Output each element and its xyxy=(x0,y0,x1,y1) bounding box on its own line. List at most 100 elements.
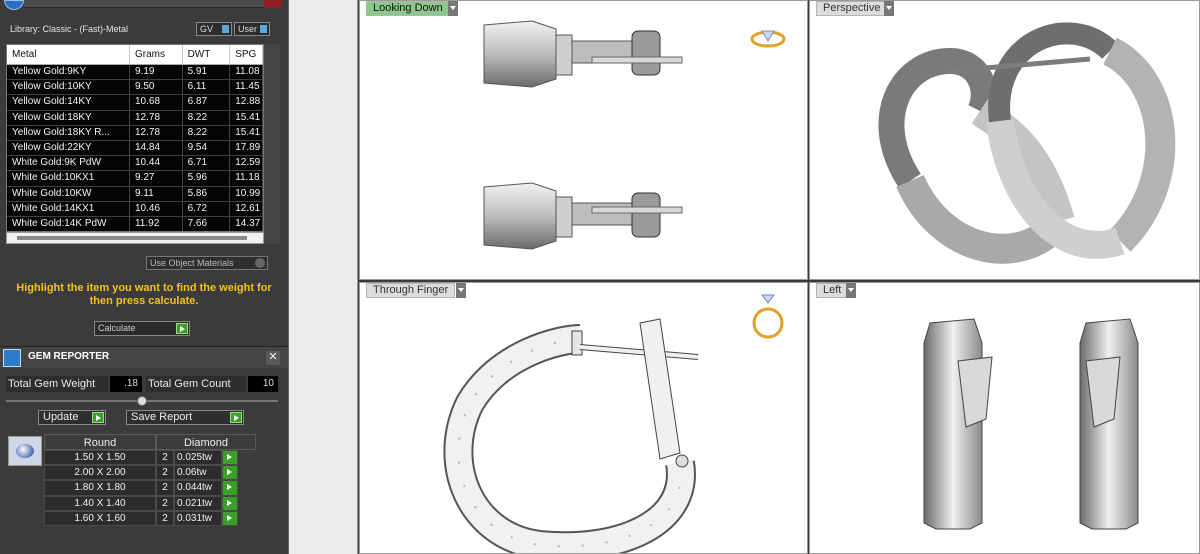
table-row[interactable]: Yellow Gold:10KY 9.50 6.11 11.45 xyxy=(7,80,263,96)
viewport-perspective[interactable]: Perspective xyxy=(809,0,1200,280)
row-go-icon[interactable] xyxy=(222,465,238,481)
use-object-materials-checkbox[interactable]: Use Object Materials xyxy=(146,256,268,270)
dwt-value: 7.66 xyxy=(183,216,231,231)
viewport-tab-looking-down[interactable]: Looking Down xyxy=(366,1,450,16)
row-go-icon[interactable] xyxy=(222,510,238,526)
table-row[interactable]: White Gold:10KX1 9.27 5.96 11.18 xyxy=(7,171,263,187)
col-spg[interactable]: SPG xyxy=(230,45,263,64)
metal-name: White Gold:14K PdW xyxy=(7,216,130,231)
dwt-value: 5.86 xyxy=(183,186,231,201)
play-arrow-icon xyxy=(230,412,242,423)
gem-count: 2 xyxy=(156,465,174,481)
viewport-tab-through-finger[interactable]: Through Finger xyxy=(366,283,456,298)
gem-reporter-header: GEM REPORTER ✕ xyxy=(0,346,288,368)
viewport-tab-left[interactable]: Left xyxy=(816,283,849,298)
table-row[interactable]: Yellow Gold:18KY 12.78 8.22 15.41 xyxy=(7,110,263,126)
hint-text: Highlight the item you want to find the … xyxy=(16,282,272,307)
splitter-knob[interactable] xyxy=(137,396,147,406)
grams-value: 12.78 xyxy=(130,125,183,140)
col-dwt[interactable]: DWT xyxy=(183,45,231,64)
chevron-down-icon[interactable] xyxy=(846,283,856,298)
gem-weight: 0.044tw xyxy=(174,480,222,496)
dwt-value: 6.11 xyxy=(183,80,231,95)
tool-icons xyxy=(586,0,634,485)
user-toggle[interactable]: User xyxy=(234,22,270,36)
dwt-value: 5.96 xyxy=(183,171,231,186)
table-row[interactable]: Yellow Gold:14KY 10.68 6.87 12.88 xyxy=(7,95,263,111)
metal-panel-header: Library: Classic - (Fast)-Metal GV User xyxy=(0,0,288,42)
viewport-tab-perspective[interactable]: Perspective xyxy=(816,1,888,16)
dwt-value: 8.22 xyxy=(183,125,231,140)
app-window: Library: Classic - (Fast)-Metal GV User … xyxy=(0,0,1200,554)
scrollbar-thumb[interactable] xyxy=(17,236,247,240)
spg-value: 12.61 xyxy=(230,201,263,216)
grams-value: 14.84 xyxy=(130,140,183,156)
table-row[interactable]: White Gold:14K PdW 11.92 7.66 14.37 xyxy=(7,216,263,231)
metal-name: Yellow Gold:18KY R... xyxy=(7,125,130,140)
calculate-label: Calculate xyxy=(98,323,136,333)
spg-value: 12.59 xyxy=(230,156,263,171)
spg-value: 11.45 xyxy=(230,80,263,95)
metal-name: White Gold:9K PdW xyxy=(7,156,130,171)
earring-side-view xyxy=(443,294,784,553)
close-icon[interactable] xyxy=(264,0,282,8)
gem-weight: 0.021tw xyxy=(174,495,222,511)
metal-name: Yellow Gold:18KY xyxy=(7,110,130,125)
metal-table-header: Metal Grams DWT SPG xyxy=(7,45,263,65)
toggle-indicator-icon xyxy=(260,25,267,33)
row-go-icon[interactable] xyxy=(222,480,238,496)
close-icon[interactable]: ✕ xyxy=(266,351,280,365)
grams-value: 9.19 xyxy=(130,65,183,80)
grams-value: 10.68 xyxy=(130,95,183,110)
update-button[interactable]: Update xyxy=(38,410,106,425)
hinge-post xyxy=(571,318,699,468)
metal-name: White Gold:14KX1 xyxy=(7,201,130,216)
gem-weight: 0.025tw xyxy=(174,450,222,466)
gem-count: 2 xyxy=(156,510,174,526)
viewport-through-finger[interactable]: Through Finger xyxy=(359,282,808,554)
col-grams[interactable]: Grams xyxy=(130,45,183,64)
total-gem-weight-label: Total Gem Weight xyxy=(6,376,108,392)
chevron-down-icon[interactable] xyxy=(448,1,458,16)
dwt-value: 5.91 xyxy=(183,65,231,80)
earring-top-view xyxy=(483,20,786,250)
grams-value: 9.27 xyxy=(130,171,183,186)
save-report-button[interactable]: Save Report xyxy=(126,410,244,425)
metal-name: Yellow Gold:9KY xyxy=(7,65,130,80)
viewport-left[interactable]: Left xyxy=(809,282,1200,554)
horizontal-scrollbar[interactable] xyxy=(6,232,264,244)
table-row[interactable]: 2.00 X 2.00 2 0.06tw xyxy=(44,465,256,481)
gem-table-header: Round Diamond xyxy=(44,434,256,450)
gem-size: 1.40 X 1.40 xyxy=(44,495,156,511)
calculate-button[interactable]: Calculate xyxy=(94,321,190,336)
row-go-icon[interactable] xyxy=(222,450,238,466)
table-row[interactable]: Yellow Gold:18KY R... 12.78 8.22 15.41 xyxy=(7,125,263,141)
grams-value: 10.44 xyxy=(130,156,183,171)
gem-weight: 0.06tw xyxy=(174,465,222,481)
table-row[interactable]: Yellow Gold:22KY 14.84 9.54 17.89 xyxy=(7,140,263,157)
metal-name: White Gold:10KW xyxy=(7,186,130,201)
table-row[interactable]: White Gold:9K PdW 10.44 6.71 12.59 xyxy=(7,156,263,172)
table-row[interactable]: White Gold:14KX1 10.46 6.72 12.61 xyxy=(7,201,263,217)
chevron-down-icon[interactable] xyxy=(884,1,894,16)
table-row[interactable]: 1.80 X 1.80 2 0.044tw xyxy=(44,480,256,496)
row-go-icon[interactable] xyxy=(222,495,238,511)
gem-size: 1.60 X 1.60 xyxy=(44,510,156,526)
chevron-down-icon[interactable] xyxy=(456,283,466,298)
viewport-looking-down[interactable]: Looking Down xyxy=(359,0,808,280)
total-gem-weight-value: .18 xyxy=(110,376,142,392)
col-diamond: Diamond xyxy=(156,434,256,450)
metal-table[interactable]: Metal Grams DWT SPG Yellow Gold:9KY 9.19 5… xyxy=(6,44,264,232)
table-row[interactable]: White Gold:10KW 9.11 5.86 10.99 xyxy=(7,186,263,202)
col-metal[interactable]: Metal xyxy=(7,45,130,64)
dwt-value: 8.22 xyxy=(183,110,231,125)
gv-toggle[interactable]: GV xyxy=(196,22,232,36)
spg-value: 10.99 xyxy=(230,186,263,201)
table-row[interactable]: 1.60 X 1.60 2 0.031tw xyxy=(44,510,256,526)
table-row[interactable]: 1.40 X 1.40 2 0.021tw xyxy=(44,495,256,511)
col-round: Round xyxy=(44,434,156,450)
gem-reporter-title: GEM REPORTER xyxy=(28,351,110,362)
table-row[interactable]: Yellow Gold:9KY 9.19 5.91 11.08 xyxy=(7,65,263,81)
table-row[interactable]: 1.50 X 1.50 2 0.025tw xyxy=(44,450,256,466)
dwt-value: 6.72 xyxy=(183,201,231,216)
